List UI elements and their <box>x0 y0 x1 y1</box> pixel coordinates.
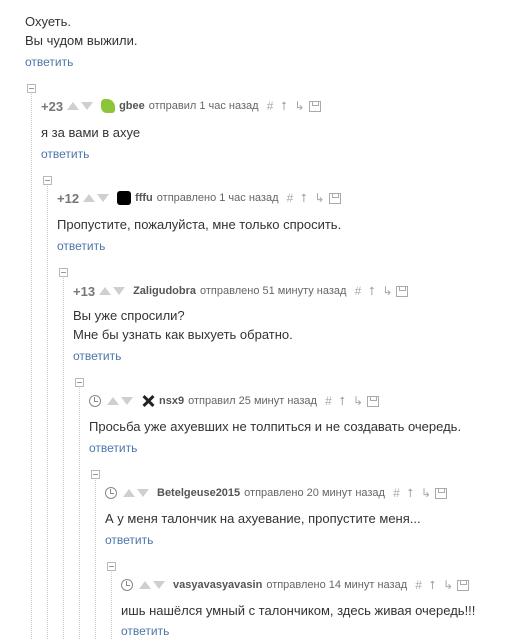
timestamp: отправлено 51 минуту назад <box>200 285 347 297</box>
vote-up-icon[interactable] <box>83 194 96 202</box>
comment-header: +13 Zaligudobra отправлено 51 минуту наз… <box>73 283 409 299</box>
comment-text-line: Просьба уже ахуевших не толпиться и не с… <box>89 419 462 434</box>
comment-text-line: Вы чудом выжили. <box>25 33 138 48</box>
vote-up-icon[interactable] <box>107 397 119 405</box>
vote-down-icon[interactable] <box>121 397 133 405</box>
rating-value: +13 <box>73 283 96 299</box>
comment-thread: Охуеть. Вы чудом выжили. ответить +23 gb… <box>0 0 517 639</box>
thread-line <box>63 276 64 639</box>
collapse-toggle[interactable] <box>75 378 84 387</box>
vote-down-icon[interactable] <box>113 287 126 295</box>
hash-icon[interactable]: # <box>415 578 422 592</box>
timestamp: отправил 1 час назад <box>148 100 259 112</box>
branch-icon[interactable]: ↳ <box>443 578 453 592</box>
collapse-toggle[interactable] <box>59 268 68 277</box>
clock-icon <box>89 395 101 407</box>
parent-arrow-icon[interactable]: ⭡ <box>281 99 288 114</box>
comment-text-line: Вы уже спросили? <box>73 308 185 323</box>
vote-up-icon[interactable] <box>139 581 151 589</box>
save-icon[interactable] <box>457 579 470 591</box>
timestamp: отправлено 20 минут назад <box>244 487 385 499</box>
vote-up-icon[interactable] <box>123 489 135 497</box>
vote-down-icon[interactable] <box>81 102 94 110</box>
branch-icon[interactable]: ↳ <box>382 284 392 298</box>
thread-line <box>31 92 32 639</box>
vote-up-icon[interactable] <box>99 287 112 295</box>
thread-line <box>111 570 112 639</box>
collapse-toggle[interactable] <box>27 84 36 93</box>
reply-link[interactable]: ответить <box>25 55 73 69</box>
hash-icon[interactable]: # <box>325 394 332 408</box>
comment-text-line: Охуеть. <box>25 14 71 29</box>
comment-text-line: Мне бы узнать как выхуеть обратно. <box>73 327 293 342</box>
parent-arrow-icon[interactable]: ⭡ <box>368 284 375 299</box>
hash-icon[interactable]: # <box>354 284 362 298</box>
comment-text-line: ишь нашёлся умный с талончиком, здесь жи… <box>121 603 476 618</box>
parent-arrow-icon[interactable]: ⭡ <box>339 394 346 409</box>
reply-link[interactable]: ответить <box>41 147 89 161</box>
collapse-toggle[interactable] <box>91 470 100 479</box>
avatar[interactable] <box>141 394 155 408</box>
thread-line <box>47 184 48 639</box>
vote-up-icon[interactable] <box>67 102 80 110</box>
comment-header: nsx9 отправил 25 минут назад # ⭡ ↳ <box>89 393 379 409</box>
author-name[interactable]: Betelgeuse2015 <box>157 487 240 499</box>
author-name[interactable]: gbee <box>119 100 145 112</box>
comment-header: vasyavasyavasin отправлено 14 минут наза… <box>121 577 470 593</box>
thread-line <box>79 386 80 639</box>
collapse-toggle[interactable] <box>107 562 116 571</box>
thread-line <box>95 478 96 639</box>
save-icon[interactable] <box>366 395 379 407</box>
branch-icon[interactable]: ↳ <box>315 191 325 205</box>
save-icon[interactable] <box>308 100 321 112</box>
save-icon[interactable] <box>434 487 447 499</box>
reply-link[interactable]: ответить <box>57 239 105 253</box>
avatar[interactable] <box>117 191 132 205</box>
author-name[interactable]: fffu <box>135 192 153 204</box>
author-name[interactable]: nsx9 <box>159 395 184 407</box>
parent-arrow-icon[interactable]: ⭡ <box>301 191 308 206</box>
timestamp: отправлено 14 минут назад <box>266 579 408 591</box>
timestamp: отправил 25 минут назад <box>188 395 317 407</box>
vote-down-icon[interactable] <box>137 489 149 497</box>
parent-arrow-icon[interactable]: ⭡ <box>407 486 414 501</box>
reply-link[interactable]: ответить <box>89 441 137 455</box>
clock-icon <box>121 579 133 591</box>
rating-value: +23 <box>41 98 64 114</box>
reply-link[interactable]: ответить <box>121 624 169 638</box>
comment-text-line: я за вами в ахуе <box>41 125 141 140</box>
hash-icon[interactable]: # <box>287 191 294 205</box>
branch-icon[interactable]: ↳ <box>353 394 363 408</box>
avatar[interactable] <box>101 99 116 113</box>
save-icon[interactable] <box>396 285 409 297</box>
timestamp: отправлено 1 час назад <box>156 192 279 204</box>
comment-text-line: Пропустите, пожалуйста, мне только спрос… <box>57 217 342 232</box>
rating-value: +12 <box>57 190 80 206</box>
comment-header: Betelgeuse2015 отправлено 20 минут назад… <box>105 485 447 501</box>
hash-icon[interactable]: # <box>393 486 400 500</box>
parent-arrow-icon[interactable]: ⭡ <box>429 578 436 593</box>
collapse-toggle[interactable] <box>43 176 52 185</box>
branch-icon[interactable]: ↳ <box>295 99 305 113</box>
save-icon[interactable] <box>328 192 341 204</box>
branch-icon[interactable]: ↳ <box>421 486 431 500</box>
vote-down-icon[interactable] <box>153 581 165 589</box>
comment-header: +12 fffu отправлено 1 час назад # ⭡ ↳ <box>57 190 341 206</box>
author-name[interactable]: vasyavasyavasin <box>173 579 262 591</box>
clock-icon <box>105 487 117 499</box>
reply-link[interactable]: ответить <box>73 349 121 363</box>
comment-header: +23 gbee отправил 1 час назад # ⭡ ↳ <box>41 98 321 114</box>
vote-down-icon[interactable] <box>97 194 110 202</box>
reply-link[interactable]: ответить <box>105 533 153 547</box>
hash-icon[interactable]: # <box>267 99 274 113</box>
author-name[interactable]: Zaligudobra <box>133 285 196 297</box>
comment-text-line: А у меня талончик на ахуевание, пропусти… <box>105 511 421 526</box>
